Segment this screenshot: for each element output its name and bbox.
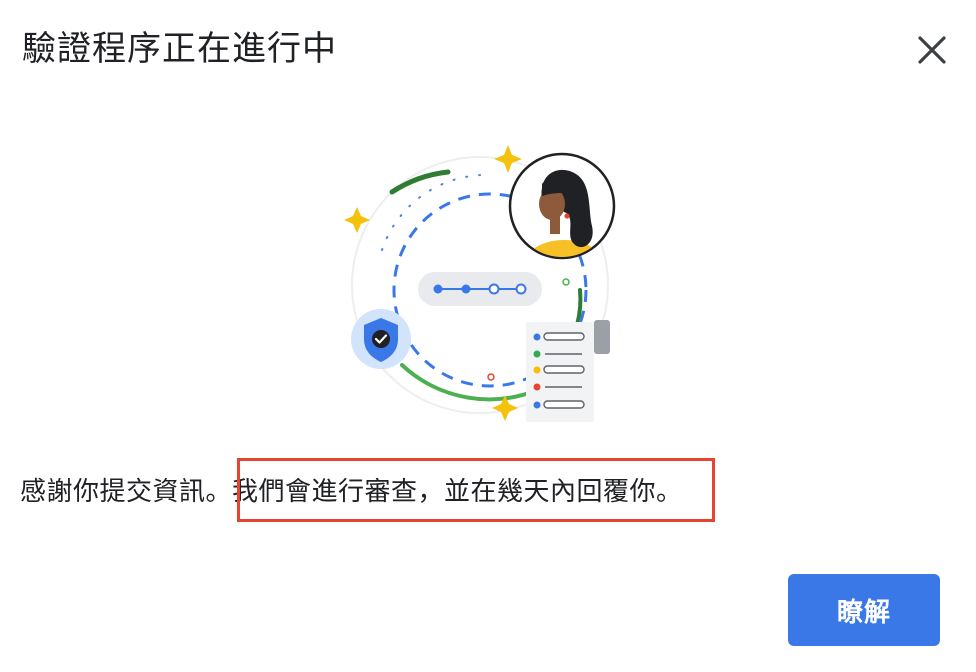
message-intro: 感謝你提交資訊。 xyxy=(20,477,233,507)
message-end: 。 xyxy=(656,477,683,507)
close-button[interactable] xyxy=(912,30,952,70)
verification-dialog: 驗證程序正在進行中 感謝你提交資訊。我們會進行審查，並在幾天內回覆你。 瞭解 xyxy=(0,0,976,672)
dialog-title: 驗證程序正在進行中 xyxy=(22,29,337,69)
close-icon xyxy=(918,36,946,64)
message-review-notice: 我們會進行審查，並在幾天內回覆你 xyxy=(232,477,657,507)
message-text: 感謝你提交資訊。我們會進行審查，並在幾天內回覆你。 xyxy=(20,470,683,514)
verification-illustration xyxy=(344,145,616,422)
document-list-icon xyxy=(526,320,610,422)
shield-check-icon xyxy=(351,309,411,369)
progress-steps xyxy=(418,272,542,306)
ok-button[interactable]: 瞭解 xyxy=(788,574,940,646)
